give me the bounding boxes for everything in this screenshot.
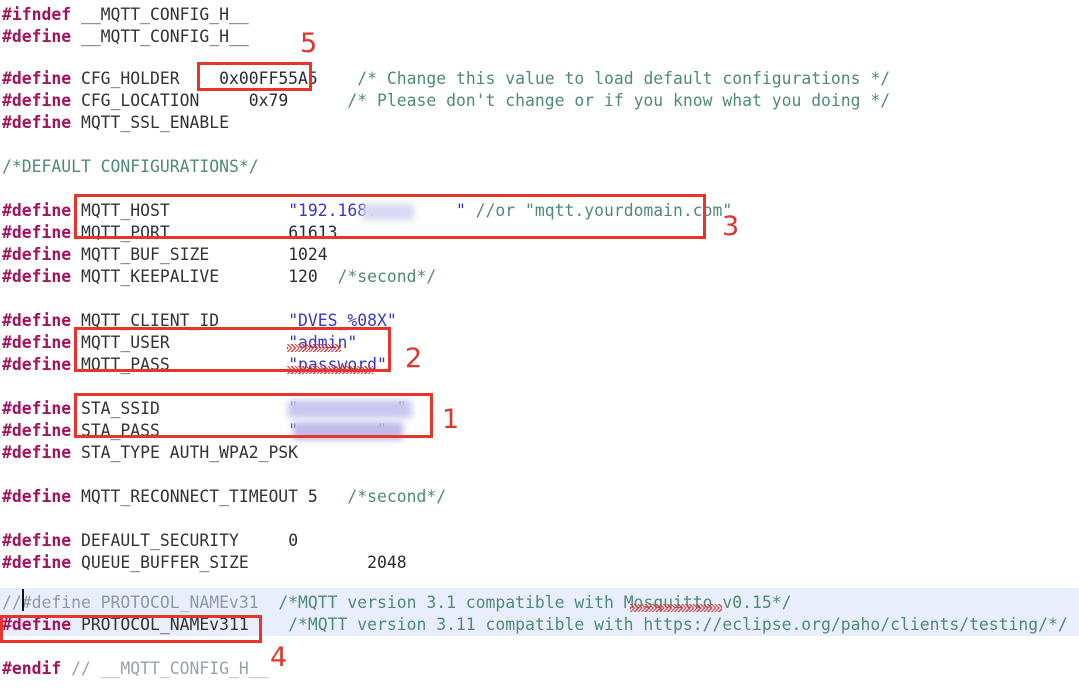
code-token: #define [2,223,72,242]
code-token: /* Change this value to load default con… [317,69,891,88]
code-token: 5 [307,487,318,506]
code-token: /*DEFAULT CONFIGURATIONS*/ [2,157,259,176]
code-token: #ifndef [2,5,72,24]
code-token: MQTT_BUF_SIZE [71,245,289,264]
annotation-4-label: 4 [270,642,288,673]
code-token: QUEUE_BUFFER_SIZE [71,553,368,572]
code-line-2[interactable]: #define __MQTT_CONFIG_H__ [2,26,249,48]
code-token: #define [2,91,72,110]
code-token: // __MQTT_CONFIG_H__ [61,659,269,678]
code-line-25[interactable]: #define DEFAULT_SECURITY 0 [2,530,298,552]
code-line-1[interactable]: #ifndef __MQTT_CONFIG_H__ [2,4,249,26]
code-token: __MQTT_CONFIG_H__ [71,27,249,46]
code-token: #define [2,245,72,264]
code-token: #define [2,531,72,550]
code-token: __MQTT_CONFIG_H__ [71,5,249,24]
code-token: #define [2,201,72,220]
code-token: /*second*/ [317,267,437,286]
code-token: #define [2,333,72,352]
code-token: CFG_LOCATION [71,91,200,110]
annotation-2-box [74,327,391,372]
code-line-8[interactable]: /*DEFAULT CONFIGURATIONS*/ [2,156,259,178]
code-token: 1024 [288,245,328,264]
code-token: #define [2,113,72,132]
code-token: #define [2,421,72,440]
code-token: /*second*/ [317,487,447,506]
code-token: 0x79 [199,91,289,110]
code-token: #endif [2,659,62,678]
code-token: MQTT_RECONNECT_TIMEOUT [71,487,308,506]
code-line-31[interactable]: #endif // __MQTT_CONFIG_H__ [2,658,268,680]
code-line-21[interactable]: #define STA_TYPE AUTH_WPA2_PSK [2,442,298,464]
code-token: MQTT_SSL_ENABLE [71,113,229,132]
code-token: //#define PROTOCOL_NAMEv31 [2,593,259,612]
code-token: 120 [288,267,318,286]
code-token: #define [2,27,72,46]
code-line-5[interactable]: #define CFG_LOCATION 0x79 /* Please don'… [2,90,890,112]
code-token: #define [2,553,72,572]
code-token: #define [2,267,72,286]
code-token: MQTT_KEEPALIVE [71,267,289,286]
annotation-1-box [74,393,433,438]
annotation-3-label: 3 [722,211,740,242]
code-line-23[interactable]: #define MQTT_RECONNECT_TIMEOUT 5 /*secon… [2,486,446,508]
annotation-2-label: 2 [405,343,423,374]
code-token: #define [2,69,72,88]
code-line-12[interactable]: #define MQTT_BUF_SIZE 1024 [2,244,328,266]
spellcheck-underline-mosquitto [630,608,722,612]
code-token: DEFAULT_SECURITY [71,531,289,550]
code-token: #define [2,443,72,462]
code-token: /* Please don't change or if you know wh… [288,91,891,110]
code-token: 0 [288,531,299,550]
code-token: #define [2,311,72,330]
annotation-3-box [74,194,706,239]
code-token: 2048 [367,553,407,572]
code-token: CFG_HOLDER [71,69,200,88]
annotation-4-box [0,615,262,643]
annotation-1-label: 1 [442,404,460,435]
code-line-26[interactable]: #define QUEUE_BUFFER_SIZE 2048 [2,552,407,574]
code-token: #define [2,399,72,418]
code-line-4[interactable]: #define CFG_HOLDER 0x00FF55A5 /* Change … [2,68,890,90]
code-editor-view[interactable]: #ifndef __MQTT_CONFIG_H__ #define __MQTT_… [0,0,1079,692]
code-line-6[interactable]: #define MQTT_SSL_ENABLE [2,112,229,134]
text-caret [22,589,24,611]
code-token: #define [2,355,72,374]
code-token: STA_TYPE AUTH_WPA2_PSK [71,443,299,462]
code-line-13[interactable]: #define MQTT_KEEPALIVE 120 /*second*/ [2,266,436,288]
annotation-5-box [197,62,312,91]
code-token: /*MQTT version 3.11 compatible with http… [248,615,1068,634]
code-token: #define [2,487,72,506]
annotation-5-label: 5 [300,28,318,59]
